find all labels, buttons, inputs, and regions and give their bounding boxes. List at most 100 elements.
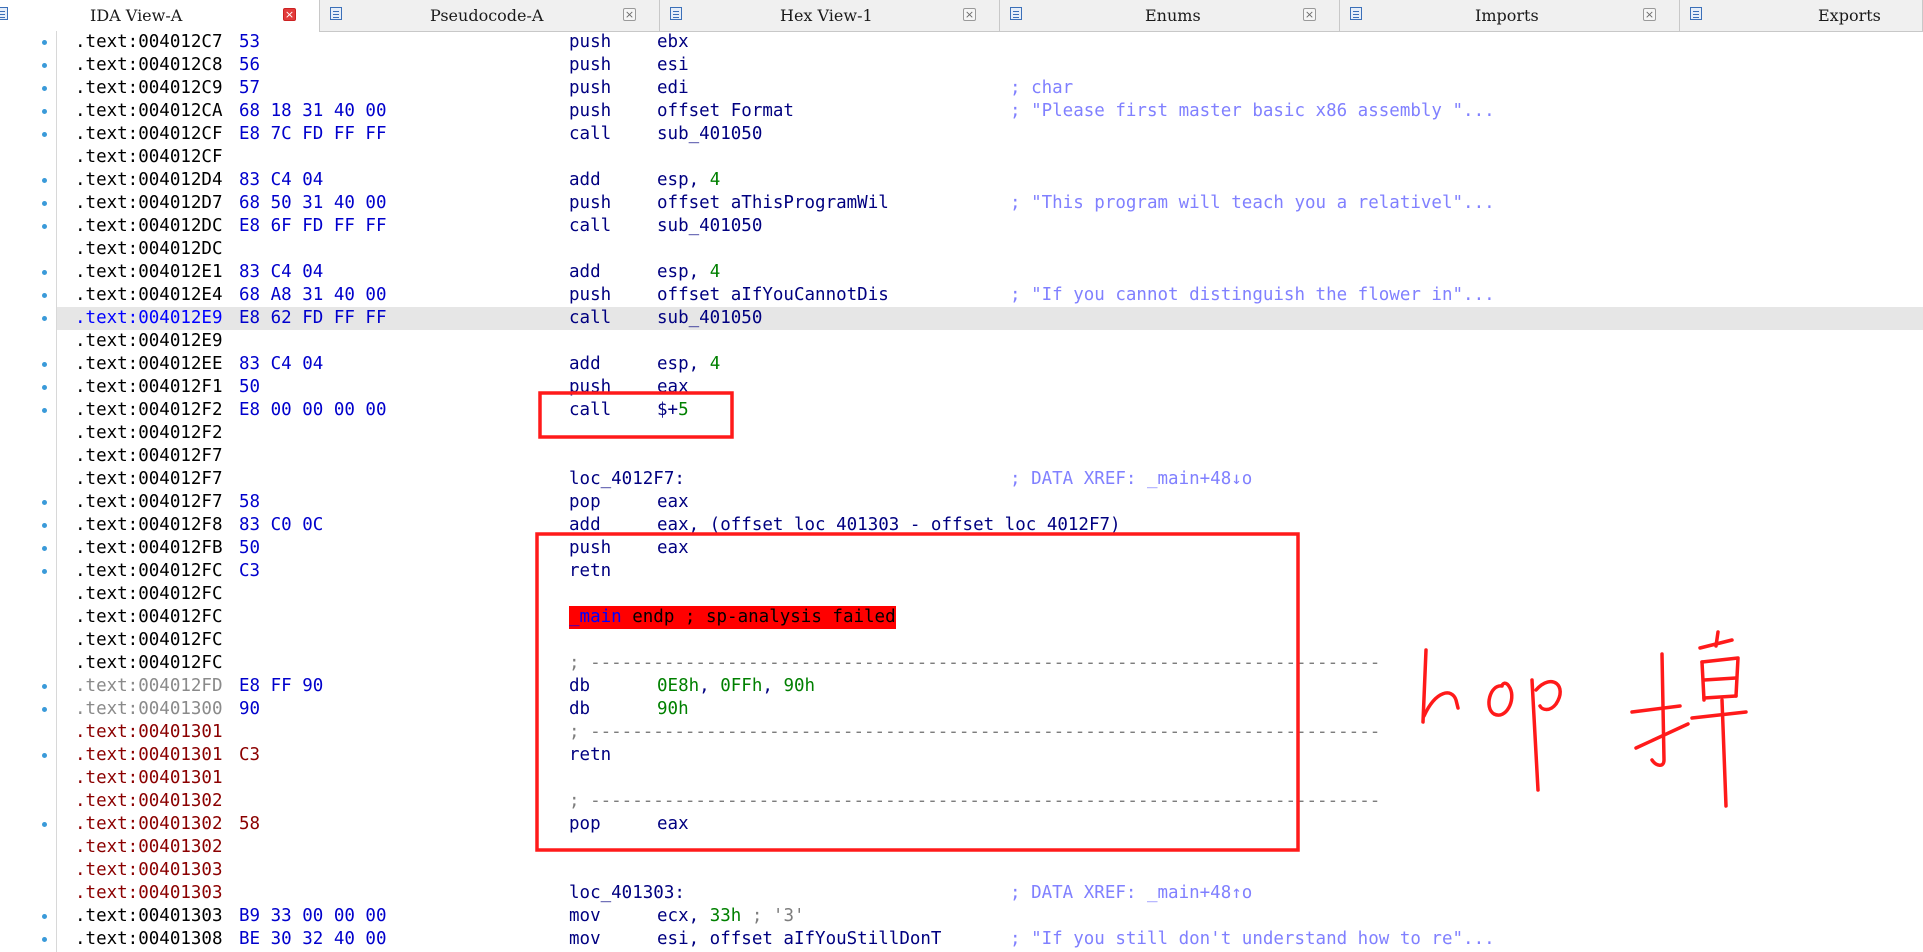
listing-line[interactable]: .text:004012DC — [57, 238, 1923, 261]
listing-line[interactable]: .text:004012F2 — [57, 422, 1923, 445]
tab-pseudocode-a[interactable]: Pseudocode-A × — [320, 0, 660, 31]
tab-imports[interactable]: Imports × — [1340, 0, 1680, 31]
listing-gutter — [0, 31, 57, 952]
listing-line[interactable]: .text:004012F8 83 C0 0C add eax, (offset lo… — [57, 514, 1923, 537]
comment: ; DATA XREF: _main+48↑o — [1010, 883, 1253, 903]
operands: eax — [657, 537, 689, 560]
tab-bar: IDA View-A × Pseudocode-A × Hex View-1 × Enums… — [0, 0, 1923, 32]
listing-line[interactable]: .text:004012E1 83 C4 04 add esp, 4 — [57, 261, 1923, 284]
listing-line[interactable]: .text:004012FD E8 FF 90 db 0E8h, 0FFh, 90h — [57, 675, 1923, 698]
close-tab-icon[interactable]: × — [1303, 8, 1316, 21]
instruction-marker-icon — [42, 178, 47, 183]
instruction-marker-icon — [42, 385, 47, 390]
opcode-bytes: 68 18 31 40 00 — [239, 101, 387, 121]
operands: sub_401050 — [657, 307, 762, 330]
tab-label: Hex View-1 — [780, 6, 873, 25]
listing-line[interactable]: .text:00401300 90 db 90h — [57, 698, 1923, 721]
listing-line[interactable]: .text:004012FC ; ------------------------… — [57, 652, 1923, 675]
operand-text: offset Format — [657, 101, 794, 121]
mnemonic: mov — [569, 929, 601, 949]
operand-text: eax — [657, 377, 689, 397]
listing-line[interactable]: .text:00401302 58 pop eax — [57, 813, 1923, 836]
comment: ; char — [1010, 78, 1074, 98]
listing-line[interactable]: .text:00401301 C3 retn — [57, 744, 1923, 767]
listing-line[interactable]: .text:004012F2 E8 00 00 00 00 call $+5 — [57, 399, 1923, 422]
close-tab-icon[interactable]: × — [963, 8, 976, 21]
listing-line[interactable]: .text:00401308 BE 30 32 40 00 mov esi, offs… — [57, 928, 1923, 951]
line-address: .text:004012C7 — [75, 32, 223, 52]
listing-line[interactable]: .text:004012D4 83 C4 04 add esp, 4 — [57, 169, 1923, 192]
mnemonic: push — [569, 101, 612, 121]
line-address: .text:004012CF — [75, 124, 223, 144]
opcode-bytes: 50 — [239, 538, 261, 558]
line-address: .text:00401308 — [75, 929, 223, 949]
listing-line[interactable]: .text:004012FB 50 push eax — [57, 537, 1923, 560]
mnemonic: add — [569, 262, 601, 282]
operands: offset aThisProgramWil — [657, 192, 889, 215]
instruction-marker-icon — [42, 316, 47, 321]
listing-line[interactable]: .text:004012D7 68 50 31 40 00 push offset a… — [57, 192, 1923, 215]
tab-hex-view-1[interactable]: Hex View-1 × — [660, 0, 1000, 31]
opcode-bytes: E8 FF 90 — [239, 676, 324, 696]
operands: sub_401050 — [657, 215, 762, 238]
close-tab-icon[interactable]: × — [283, 8, 296, 21]
listing-line[interactable]: .text:00401303 — [57, 859, 1923, 882]
operand-text: edi — [657, 78, 689, 98]
operand-text: offset aThisProgramWil — [657, 193, 889, 213]
ida-view-icon — [0, 7, 8, 20]
listing-line[interactable]: .text:004012E4 68 A8 31 40 00 push offset a… — [57, 284, 1923, 307]
listing-line[interactable]: .text:00401303 B9 33 00 00 00 mov ecx, 33h … — [57, 905, 1923, 928]
close-tab-icon[interactable]: × — [1643, 8, 1656, 21]
listing-line[interactable]: .text:004012CF E8 7C FD FF FF call sub_4010… — [57, 123, 1923, 146]
listing-line[interactable]: .text:004012FC — [57, 583, 1923, 606]
listing-line[interactable]: .text:004012F7 loc_4012F7: ; DATA XREF: _m… — [57, 468, 1923, 491]
listing-line[interactable]: .text:004012F7 58 pop eax — [57, 491, 1923, 514]
tab-ida-view-a[interactable]: IDA View-A × — [0, 0, 320, 32]
listing-line[interactable]: .text:00401301 ; ------------------------… — [57, 721, 1923, 744]
instruction-marker-icon — [42, 914, 47, 919]
close-tab-icon[interactable]: × — [623, 8, 636, 21]
listing-line[interactable]: .text:004012E9 — [57, 330, 1923, 353]
numeric-operand: 5 — [678, 400, 689, 420]
line-address: .text:004012E9 — [75, 331, 223, 351]
listing-line[interactable]: .text:004012FC C3 retn — [57, 560, 1923, 583]
numeric-operand: 4 — [709, 354, 721, 374]
operands: eax — [657, 376, 689, 399]
operands: esi, offset aIfYouStillDonT — [657, 928, 941, 951]
mnemonic: mov — [569, 906, 601, 926]
line-address: .text:004012FC — [75, 653, 223, 673]
separator-line: ; --------------------------------------… — [569, 722, 1381, 742]
opcode-bytes: 56 — [239, 55, 261, 75]
listing-line[interactable]: .text:004012CF — [57, 146, 1923, 169]
mnemonic: call — [569, 216, 612, 236]
listing-line[interactable]: .text:004012F1 50 push eax — [57, 376, 1923, 399]
listing-line[interactable]: .text:004012C7 53 push ebx — [57, 31, 1923, 54]
instruction-marker-icon — [42, 270, 47, 275]
listing-line[interactable]: .text:004012FC — [57, 629, 1923, 652]
listing-line[interactable]: .text:00401302 — [57, 836, 1923, 859]
opcode-bytes: 68 50 31 40 00 — [239, 193, 387, 213]
listing-line[interactable]: .text:00401302 ; ------------------------… — [57, 790, 1923, 813]
opcode-bytes: C3 — [239, 745, 261, 765]
listing-line[interactable]: .text:004012C8 56 push esi — [57, 54, 1923, 77]
listing-line[interactable]: .text:004012CA 68 18 31 40 00 push offset F… — [57, 100, 1923, 123]
listing-line[interactable]: .text:004012E9 E8 62 FD FF FF call sub_4010… — [57, 307, 1923, 330]
tab-enums[interactable]: Enums × — [1000, 0, 1340, 31]
tab-label: Imports — [1475, 6, 1539, 25]
mnemonic: call — [569, 308, 612, 328]
comment: ; "Please first master basic x86 assembl… — [1010, 101, 1495, 121]
numeric-operand: 90h — [783, 676, 816, 696]
line-address: .text:00401303 — [75, 860, 223, 880]
listing-line[interactable]: .text:004012F7 — [57, 445, 1923, 468]
line-address: .text:004012FC — [75, 561, 223, 581]
listing-line[interactable]: .text:004012C9 57 push edi ; char — [57, 77, 1923, 100]
listing-line[interactable]: .text:00401303 loc_401303: ; DATA XREF: _m… — [57, 882, 1923, 905]
tab-exports[interactable]: Exports — [1680, 0, 1923, 31]
operands: ecx, 33h ; '3' — [657, 905, 805, 928]
listing-line[interactable]: .text:00401301 — [57, 767, 1923, 790]
mnemonic: push — [569, 377, 612, 397]
listing-line[interactable]: .text:004012FC _main endp ; sp-analysis f… — [57, 606, 1923, 629]
listing-line[interactable]: .text:004012DC E8 6F FD FF FF call sub_4010… — [57, 215, 1923, 238]
listing-line[interactable]: .text:004012EE 83 C4 04 add esp, 4 — [57, 353, 1923, 376]
line-address: .text:00401301 — [75, 768, 223, 788]
